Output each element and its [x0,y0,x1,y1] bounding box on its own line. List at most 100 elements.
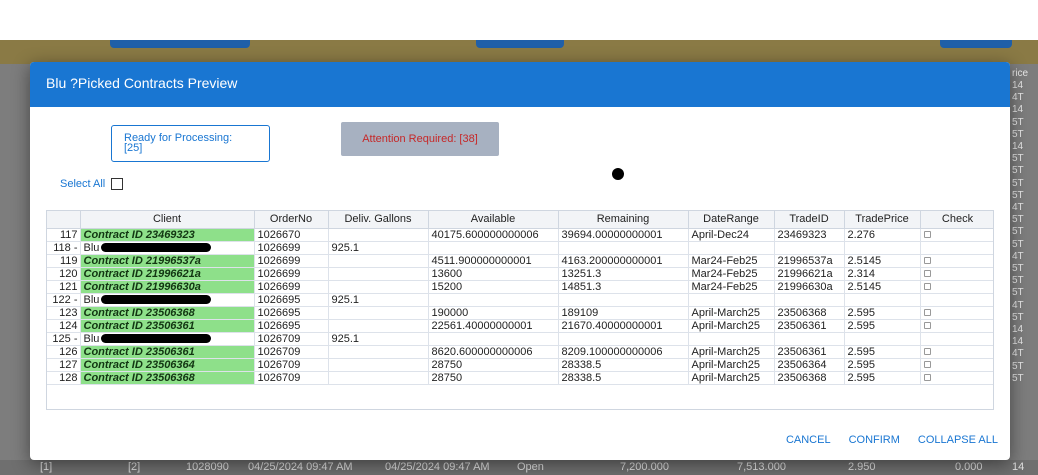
cell-order: 1026699 [254,267,329,281]
select-all-control[interactable]: Select All [60,178,124,190]
background-cell: 5T [1012,263,1024,274]
client-text: Contract ID 23506368 [83,306,195,319]
row-checkbox[interactable] [923,308,931,316]
background-cell: 4T [1012,348,1024,360]
table-row[interactable]: 128 Contract ID 23506368 1026709 28750 28338… [47,371,993,385]
contracts-preview-dialog: Blu ?Picked Contracts Preview Ready for … [30,62,1010,460]
table-row[interactable]: 127 Contract ID 23506364 1026709 28750 28338… [47,358,993,372]
background-bottom-cell: 1028090 [186,461,229,473]
cell-avail: 28750 [428,371,559,385]
cell-remain [558,332,689,346]
column-header[interactable]: DateRange [688,211,775,229]
table-row[interactable]: 118 - Blu 1026699 925.1 [47,241,993,255]
cell-order: 1026695 [254,306,329,320]
cell-range [688,332,775,346]
background-cell: 5T [1012,128,1024,140]
contract-cell: Contract ID 23506361 [80,319,255,333]
cell-avail: 15200 [428,280,559,294]
cell-deliv [328,319,429,333]
redaction-mark [101,334,212,344]
row-index: 126 [47,345,81,359]
cell-deliv [328,267,429,281]
table-row[interactable]: 117 Contract ID 23469323 1026670 40175.6000… [47,228,993,242]
background-cell: 5T [1012,177,1024,189]
table-row[interactable]: 123 Contract ID 23506368 1026695 190000 1891… [47,306,993,320]
table-row[interactable]: 126 Contract ID 23506361 1026709 8620.60000… [47,345,993,359]
cell-price: 2.595 [844,371,921,385]
column-header[interactable]: Check [920,211,993,229]
cell-price: 2.595 [844,319,921,333]
column-header[interactable]: OrderNo [254,211,329,229]
cell-remain: 28338.5 [558,371,689,385]
contract-cell: Contract ID 23506368 [80,306,255,320]
cell-deliv [328,254,429,268]
row-checkbox[interactable] [923,360,931,368]
cell-trade: 21996630a [774,280,845,294]
cell-avail: 28750 [428,358,559,372]
cell-order: 1026709 [254,358,329,372]
cursor-dot [612,168,624,180]
row-index: 119 [47,254,81,268]
cell-order: 1026699 [254,280,329,294]
cell-range: April-Dec24 [688,228,775,242]
cell-price: 2.595 [844,345,921,359]
collapse-all-button[interactable]: COLLAPSE ALL [918,434,998,446]
contract-cell: Contract ID 21996621a [80,267,255,281]
row-checkbox[interactable] [923,347,931,355]
table-row[interactable]: 125 - Blu 1026709 925.1 [47,332,993,346]
row-index: 128 [47,371,81,385]
select-all-checkbox[interactable] [111,178,124,190]
cell-order: 1026699 [254,254,329,268]
client-text: Contract ID 21996621a [83,267,201,280]
ready-count: [25] [124,142,143,154]
client-text: Contract ID 23469323 [83,228,195,241]
column-header[interactable]: TradeID [774,211,845,229]
row-checkbox[interactable] [923,321,931,329]
client-text: Contract ID 23506361 [83,319,195,332]
row-checkbox[interactable] [923,373,931,381]
client-text: Contract ID 23506368 [83,371,195,384]
row-checkbox[interactable] [923,282,931,290]
cell-remain: 189109 [558,306,689,320]
cell-price: 2.314 [844,267,921,281]
screen: rice 14 4T 14 5T 5T 14 5T 5T 5T 5T 4T 5T 5T 5T 4T 5T 5T 5… [0,0,1038,475]
background-bottom-cell: 04/25/2024 09:47 AM [385,461,490,473]
column-header[interactable]: TradePrice [844,211,921,229]
cancel-button[interactable]: CANCEL [786,434,831,446]
cell-deliv: 925.1 [328,332,429,346]
contract-cell: Contract ID 23506364 [80,358,255,372]
table-row[interactable]: 124 Contract ID 23506361 1026695 22561.4000… [47,319,993,333]
table-row[interactable]: 122 - Blu 1026695 925.1 [47,293,993,307]
row-checkbox[interactable] [923,269,931,277]
background-cell: 14 [1012,336,1024,348]
client-text: Blu [83,332,100,345]
contract-cell: Contract ID 21996537a [80,254,255,268]
column-header[interactable]: Available [428,211,559,229]
client-cell: Blu [80,332,255,346]
background-cell: 4T [1012,92,1024,104]
table-row[interactable]: 119 Contract ID 21996537a 1026699 4511.9000… [47,254,993,268]
cell-avail: 4511.900000000001 [428,254,559,268]
cell-remain: 4163.200000000001 [558,254,689,268]
client-text: Contract ID 21996537a [83,254,201,267]
table-header-row: Client OrderNo Deliv. Gallons Available Rema… [47,211,993,229]
background-bottom-cell: 0.000 [955,461,983,473]
table-row[interactable]: 120 Contract ID 21996621a 1026699 13600 1325… [47,267,993,281]
ready-for-processing-filter[interactable]: Ready for Processing: [25] [111,125,270,162]
confirm-button[interactable]: CONFIRM [849,434,900,446]
client-text: Contract ID 21996630a [83,280,201,293]
row-checkbox[interactable] [923,256,931,264]
row-index: 118 - [47,241,81,255]
attention-required-filter[interactable]: Attention Required: [38] [341,122,499,156]
background-cell: 14 [1012,80,1024,91]
column-header[interactable]: Client [80,211,255,229]
background-cell: 4T [1012,250,1024,262]
column-header[interactable] [47,211,81,229]
background-bottom-cell: 04/25/2024 09:47 AM [248,461,353,473]
table-row[interactable]: 121 Contract ID 21996630a 1026699 15200 1485… [47,280,993,294]
cell-price: 2.595 [844,306,921,320]
column-header[interactable]: Remaining [558,211,689,229]
row-checkbox[interactable] [923,230,931,238]
background-cell: 5T [1012,360,1024,372]
column-header[interactable]: Deliv. Gallons [328,211,429,229]
